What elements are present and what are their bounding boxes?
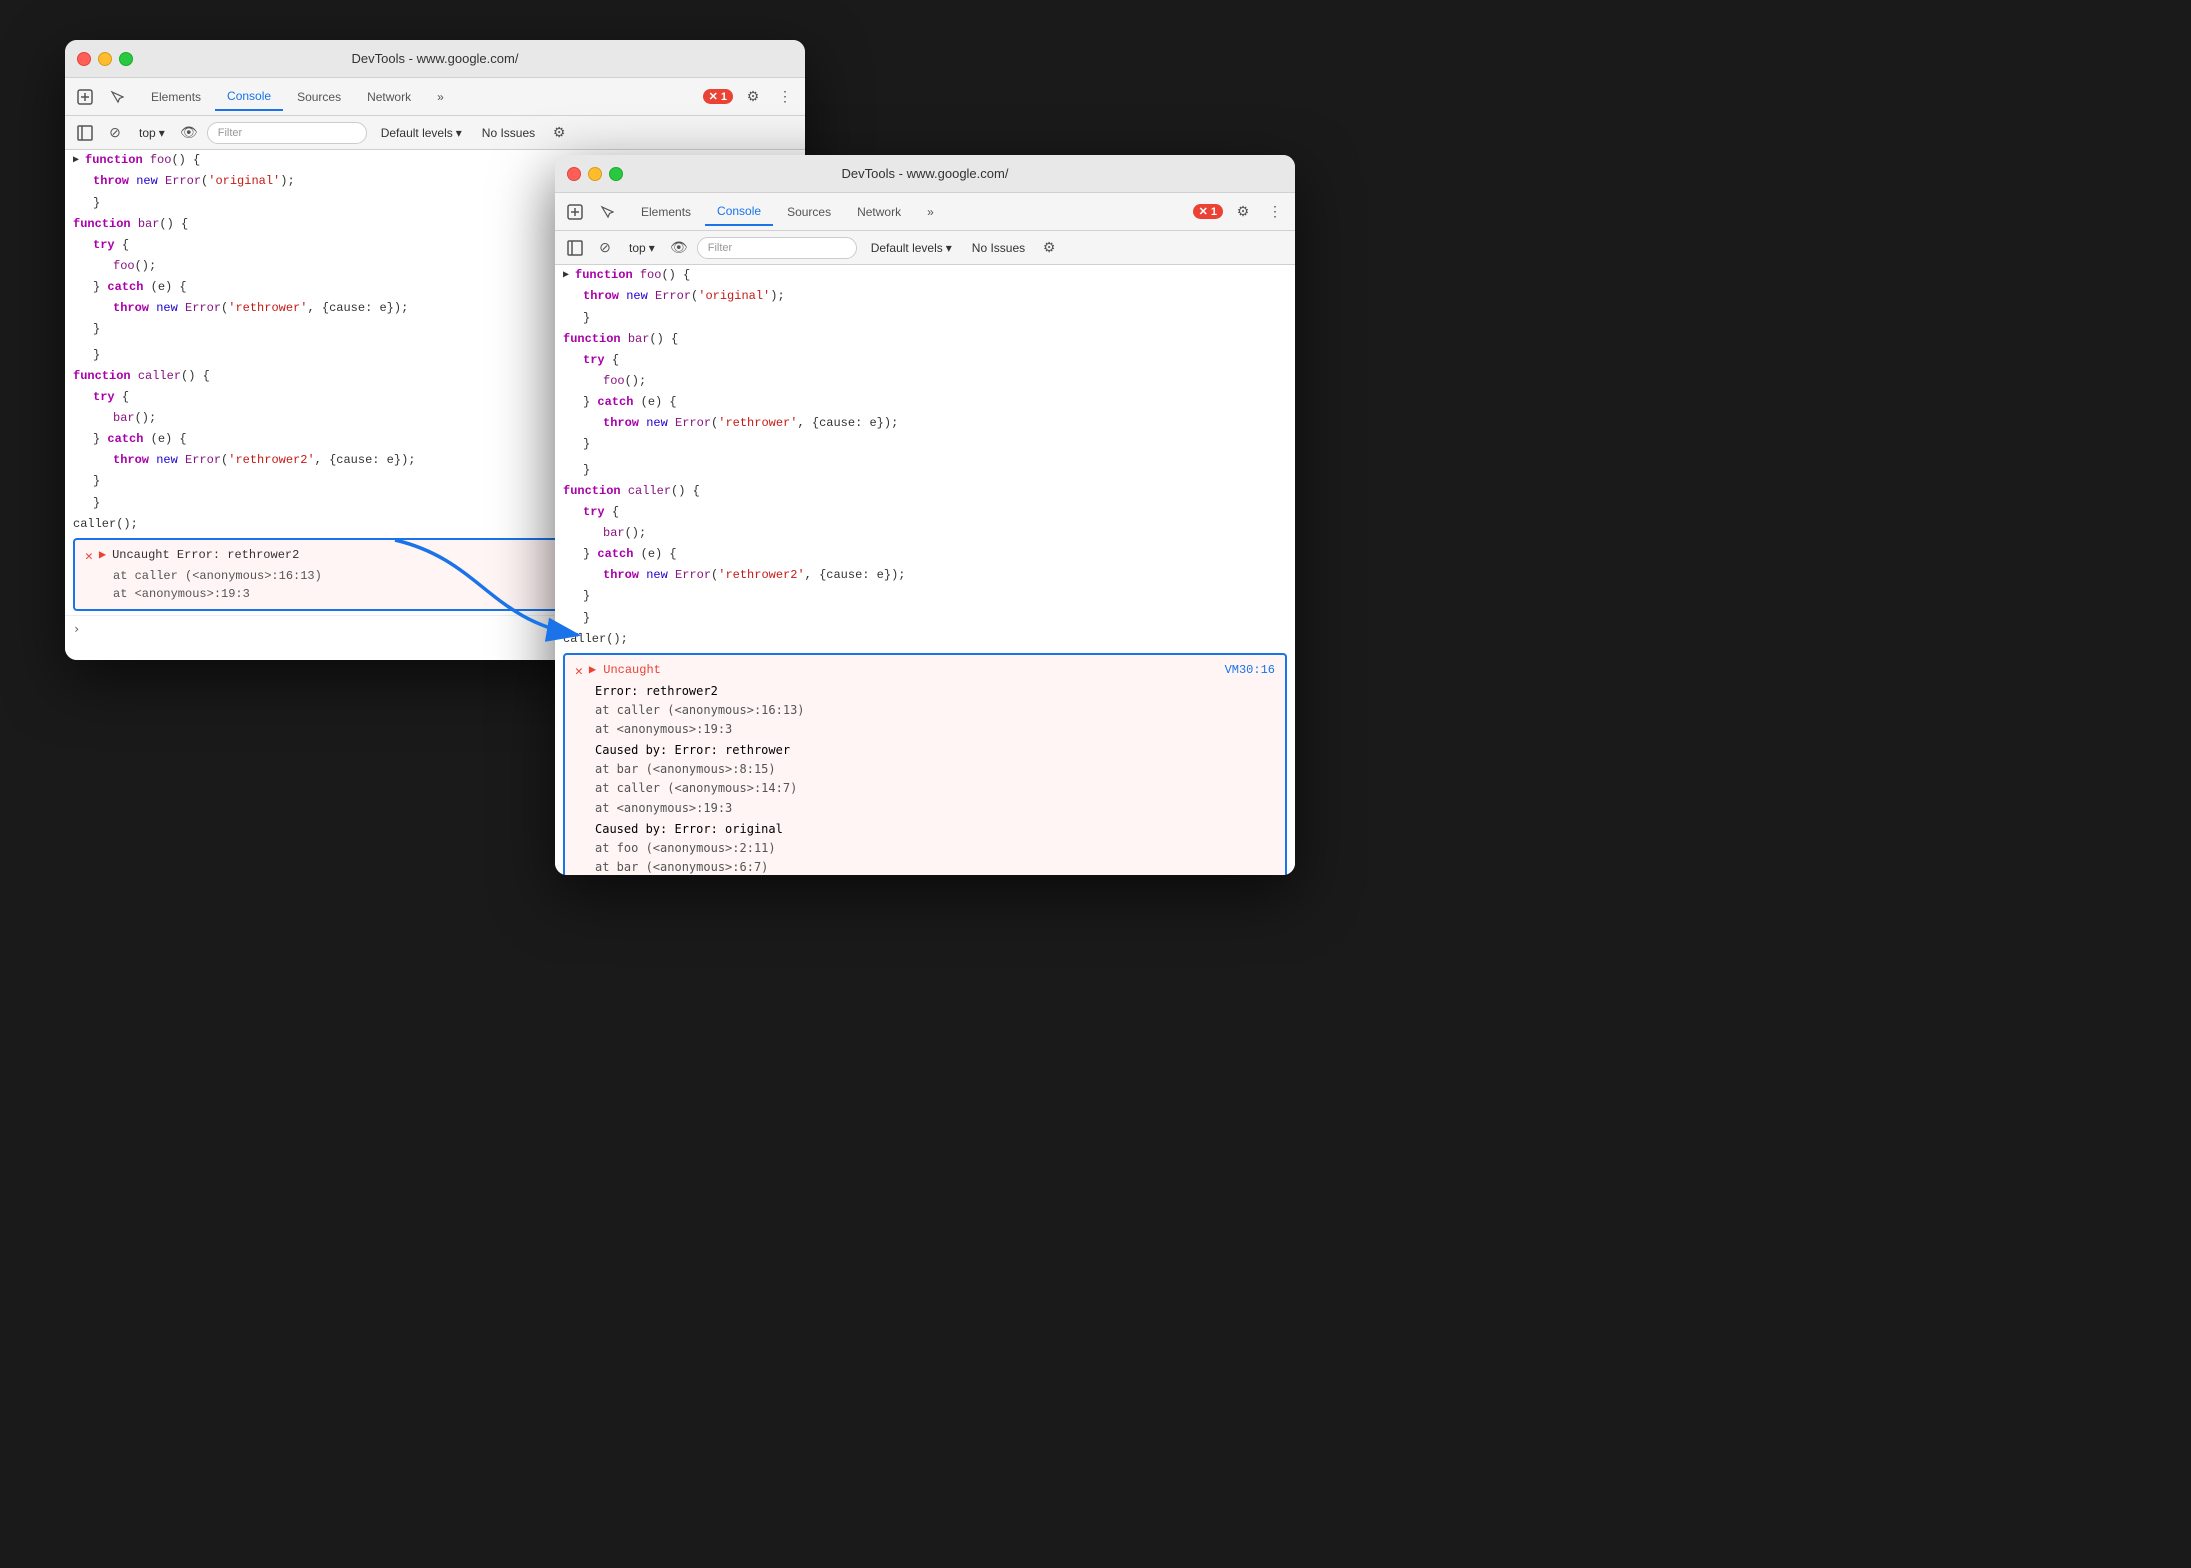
error-rethrower2: Error: rethrower2 bbox=[595, 682, 1275, 701]
tab-bar-left-2 bbox=[563, 200, 619, 224]
close-button-1[interactable] bbox=[77, 52, 91, 66]
tab-bar-left-1 bbox=[73, 85, 129, 109]
window-title-2: DevTools - www.google.com/ bbox=[842, 166, 1009, 181]
tab-sources-1[interactable]: Sources bbox=[285, 84, 353, 110]
error-caused2: Caused by: Error: original bbox=[595, 820, 1275, 839]
error-icon-2: ✕ bbox=[575, 662, 583, 682]
w2-code-line-2: function bar() { bbox=[555, 329, 1295, 349]
error-at-bar6: at bar (<anonymous>:6:7) bbox=[595, 858, 1275, 875]
tab-bar-1: Elements Console Sources Network » ✕1 ⚙ … bbox=[65, 78, 805, 116]
w2-code-block-3: try { bbox=[555, 349, 1295, 371]
settings-toolbar-icon-2[interactable]: ⚙ bbox=[1037, 236, 1061, 260]
error-uncaught-2[interactable]: ▶ Uncaught bbox=[589, 661, 661, 679]
minimize-button-1[interactable] bbox=[98, 52, 112, 66]
error-caused1: Caused by: Error: rethrower bbox=[595, 741, 1275, 760]
console-content-2: ▶ function foo() { throw new Error('orig… bbox=[555, 265, 1295, 875]
tab-network-1[interactable]: Network bbox=[355, 84, 423, 110]
inspect-icon-2[interactable] bbox=[563, 200, 587, 224]
error-at-anon19-2: at <anonymous>:19:3 bbox=[595, 720, 1275, 739]
tab-network-2[interactable]: Network bbox=[845, 199, 913, 225]
minimize-button-2[interactable] bbox=[588, 167, 602, 181]
tab-more-1[interactable]: » bbox=[425, 84, 456, 110]
settings-icon-1[interactable]: ⚙ bbox=[741, 85, 765, 109]
tab-bar-2: Elements Console Sources Network » ✕1 ⚙ … bbox=[555, 193, 1295, 231]
settings-toolbar-icon-1[interactable]: ⚙ bbox=[547, 121, 571, 145]
w2-code-line-4: caller(); bbox=[555, 629, 1295, 649]
close-button-2[interactable] bbox=[567, 167, 581, 181]
error-icon-1: ✕ bbox=[85, 547, 93, 567]
error-box-2: ✕ ▶ Uncaught VM30:16 Error: rethrower2 a… bbox=[563, 653, 1287, 875]
window-title-1: DevTools - www.google.com/ bbox=[352, 51, 519, 66]
vm-link-2[interactable]: VM30:16 bbox=[1225, 661, 1275, 679]
w2-code-block-15: } bbox=[555, 607, 1295, 629]
error-at-foo2: at foo (<anonymous>:2:11) bbox=[595, 839, 1275, 858]
prompt-symbol-1: › bbox=[73, 620, 80, 638]
kebab-icon-2[interactable]: ⋮ bbox=[1263, 200, 1287, 224]
w2-code-line-3: function caller() { bbox=[555, 481, 1295, 501]
expand-arrow-err1[interactable]: ▶ bbox=[99, 546, 106, 564]
cursor-icon-2[interactable] bbox=[595, 200, 619, 224]
title-bar-2: DevTools - www.google.com/ bbox=[555, 155, 1295, 193]
kebab-icon-1[interactable]: ⋮ bbox=[773, 85, 797, 109]
error-line-2: ✕ ▶ Uncaught bbox=[575, 661, 661, 682]
maximize-button-1[interactable] bbox=[119, 52, 133, 66]
error-at-anon19b: at <anonymous>:19:3 bbox=[595, 799, 1275, 818]
maximize-button-2[interactable] bbox=[609, 167, 623, 181]
traffic-lights-1 bbox=[77, 52, 133, 66]
clear-icon-1[interactable]: ⊘ bbox=[103, 121, 127, 145]
inspect-icon-1[interactable] bbox=[73, 85, 97, 109]
eye-icon-1[interactable]: 👁 bbox=[177, 121, 201, 145]
clear-icon-2[interactable]: ⊘ bbox=[593, 236, 617, 260]
error-header-2: ✕ ▶ Uncaught VM30:16 bbox=[575, 661, 1275, 682]
w2-code-block-10: try { bbox=[555, 501, 1295, 523]
error-at-caller-2: at caller (<anonymous>:16:13) bbox=[595, 701, 1275, 720]
error-badge-1: ✕1 bbox=[703, 89, 733, 104]
levels-btn-1[interactable]: Default levels ▾ bbox=[373, 123, 470, 143]
tab-console-1[interactable]: Console bbox=[215, 83, 283, 111]
sidebar-icon-1[interactable] bbox=[73, 121, 97, 145]
error-badge-2: ✕1 bbox=[1193, 204, 1223, 219]
w2-code-block-12: } catch (e) { bbox=[555, 543, 1295, 565]
devtools-window-2: DevTools - www.google.com/ Elements Cons… bbox=[555, 155, 1295, 875]
w2-code-block-11: bar(); bbox=[555, 523, 1295, 543]
error-at-caller14: at caller (<anonymous>:14:7) bbox=[595, 779, 1275, 798]
w2-code-block-1: throw new Error('original'); bbox=[555, 285, 1295, 307]
w2-expand-arrow-1[interactable]: ▶ bbox=[563, 266, 569, 283]
error-title-1: Uncaught Error: rethrower2 bbox=[112, 546, 299, 564]
error-details-2: Error: rethrower2 at caller (<anonymous>… bbox=[575, 682, 1275, 876]
filter-input-2[interactable] bbox=[697, 237, 857, 259]
tab-console-2[interactable]: Console bbox=[705, 198, 773, 226]
tab-sources-2[interactable]: Sources bbox=[775, 199, 843, 225]
tab-elements-1[interactable]: Elements bbox=[139, 84, 213, 110]
filter-input-1[interactable] bbox=[207, 122, 367, 144]
w2-code-block-4: foo(); bbox=[555, 371, 1295, 391]
tab-bar-right-2: ✕1 ⚙ ⋮ bbox=[1193, 200, 1287, 224]
no-issues-1: No Issues bbox=[476, 123, 541, 143]
traffic-lights-2 bbox=[567, 167, 623, 181]
w2-code-block-6: throw new Error('rethrower', {cause: e})… bbox=[555, 413, 1295, 433]
settings-icon-2[interactable]: ⚙ bbox=[1231, 200, 1255, 224]
toolbar-1: ⊘ top ▾ 👁 Default levels ▾ No Issues ⚙ bbox=[65, 116, 805, 150]
sidebar-icon-2[interactable] bbox=[563, 236, 587, 260]
error-at-bar8: at bar (<anonymous>:8:15) bbox=[595, 760, 1275, 779]
w2-code-block-9: } bbox=[555, 459, 1295, 481]
expand-arrow-1[interactable]: ▶ bbox=[73, 151, 79, 168]
toolbar-2: ⊘ top ▾ 👁 Default levels ▾ No Issues ⚙ bbox=[555, 231, 1295, 265]
w2-code-block-2: } bbox=[555, 307, 1295, 329]
tab-elements-2[interactable]: Elements bbox=[629, 199, 703, 225]
frame-selector-1[interactable]: top ▾ bbox=[133, 123, 171, 143]
w2-code-block-7: } bbox=[555, 433, 1295, 455]
w2-code-block-5: } catch (e) { bbox=[555, 391, 1295, 413]
w2-code-block-14: } bbox=[555, 585, 1295, 607]
w2-code-line-1: ▶ function foo() { bbox=[555, 265, 1295, 285]
levels-btn-2[interactable]: Default levels ▾ bbox=[863, 238, 960, 258]
eye-icon-2[interactable]: 👁 bbox=[667, 236, 691, 260]
w2-code-block-13: throw new Error('rethrower2', {cause: e}… bbox=[555, 565, 1295, 585]
no-issues-2: No Issues bbox=[966, 238, 1031, 258]
frame-selector-2[interactable]: top ▾ bbox=[623, 238, 661, 258]
cursor-icon-1[interactable] bbox=[105, 85, 129, 109]
tab-more-2[interactable]: » bbox=[915, 199, 946, 225]
tab-bar-right-1: ✕1 ⚙ ⋮ bbox=[703, 85, 797, 109]
title-bar-1: DevTools - www.google.com/ bbox=[65, 40, 805, 78]
